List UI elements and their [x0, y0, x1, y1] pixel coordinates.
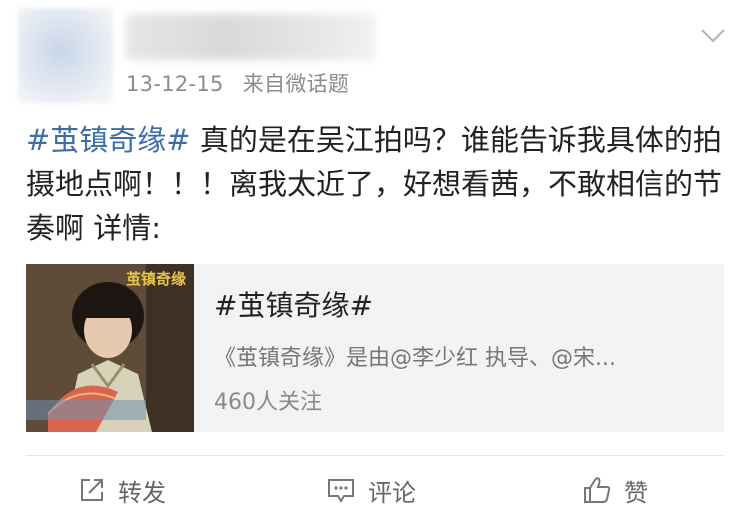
card-description: 《茧镇奇缘》是由@李少红 执导、@宋... — [214, 346, 616, 371]
like-button[interactable]: 赞 — [582, 470, 648, 510]
topic-thumbnail: 茧镇奇缘 — [26, 264, 194, 432]
thumbs-up-icon — [584, 477, 611, 503]
share-square-icon — [81, 479, 103, 501]
like-label: 赞 — [624, 478, 648, 507]
thumbnail-logo-text: 茧镇奇缘 — [126, 270, 187, 288]
post-date: 13-12-15 — [126, 72, 224, 96]
chevron-down-icon[interactable] — [700, 28, 726, 44]
card-title: #茧镇奇缘# — [214, 289, 373, 322]
action-divider — [26, 455, 724, 456]
thumbnail-art — [26, 264, 194, 432]
topic-card[interactable]: 茧镇奇缘 #茧镇奇缘# 《茧镇奇缘》是由@李少红 执导、@宋... 460人关注 — [26, 264, 724, 432]
card-followers: 460人关注 — [214, 390, 322, 415]
post-source[interactable]: 来自微话题 — [243, 72, 350, 96]
post-body: #茧镇奇缘# 真的是在吴江拍吗？谁能告诉我具体的拍摄地点啊！！！离我太近了，好想… — [26, 118, 726, 250]
repost-label: 转发 — [118, 478, 166, 507]
user-avatar[interactable] — [18, 8, 113, 103]
details-link[interactable]: 详情: — [84, 211, 161, 245]
repost-button[interactable]: 转发 — [78, 470, 166, 510]
comment-button[interactable]: 评论 — [326, 470, 416, 510]
username-blurred[interactable] — [126, 14, 376, 60]
speech-bubble-icon — [328, 479, 354, 503]
topic-link[interactable]: #茧镇奇缘# — [26, 123, 191, 157]
post-meta: 13-12-15 来自微话题 — [126, 68, 349, 98]
comment-label: 评论 — [368, 478, 416, 507]
